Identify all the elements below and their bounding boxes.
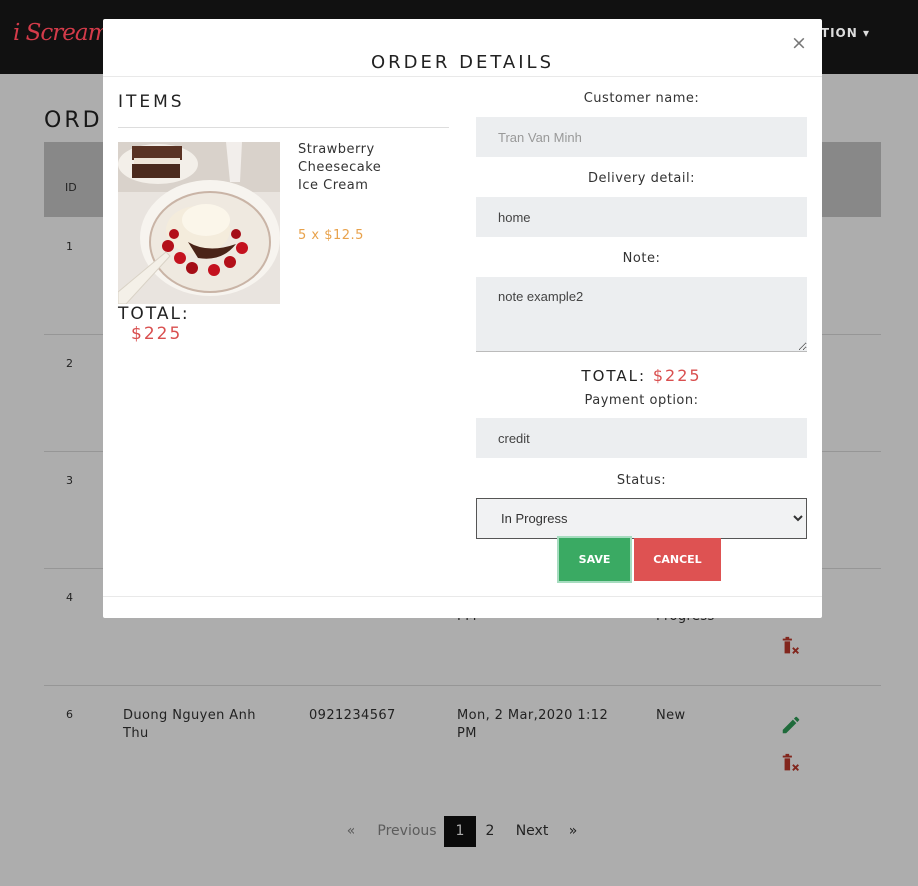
payment-option-input[interactable] (476, 418, 807, 458)
modal-title: ORDER DETAILS (370, 52, 555, 73)
brand-logo[interactable]: i Scream (13, 20, 109, 46)
items-heading: ITEMS (118, 92, 185, 112)
item-name: Strawberry Cheesecake Ice Cream (298, 142, 382, 193)
order-total: TOTAL: $225 (476, 366, 807, 385)
payment-option-label: Payment option: (584, 393, 699, 408)
status-select[interactable]: In Progress (476, 498, 807, 539)
customer-name-input[interactable] (476, 117, 807, 157)
delivery-detail-label: Delivery detail: (587, 171, 695, 186)
item-image (118, 142, 280, 304)
note-label: Note: (622, 251, 661, 266)
items-total-value: $225 (131, 324, 183, 344)
items-divider (118, 127, 449, 128)
save-button[interactable]: SAVE (557, 536, 632, 583)
item-quantity-price: 5 x $12.5 (298, 228, 364, 243)
order-details-modal: ORDER DETAILS × ITEMS Strawberry Cheesec… (103, 19, 822, 618)
status-label: Status: (616, 473, 667, 488)
order-total-value: $225 (652, 366, 702, 385)
modal-footer-divider (103, 596, 822, 597)
delivery-detail-input[interactable] (476, 197, 807, 237)
customer-name-label: Customer name: (583, 91, 700, 106)
cancel-button[interactable]: CANCEL (634, 538, 721, 581)
close-button[interactable]: × (790, 32, 808, 54)
modal-header-divider (103, 76, 822, 77)
note-textarea[interactable]: note example2 (476, 277, 807, 352)
order-total-label: TOTAL: (581, 367, 647, 385)
items-total-label: TOTAL: (118, 304, 190, 324)
